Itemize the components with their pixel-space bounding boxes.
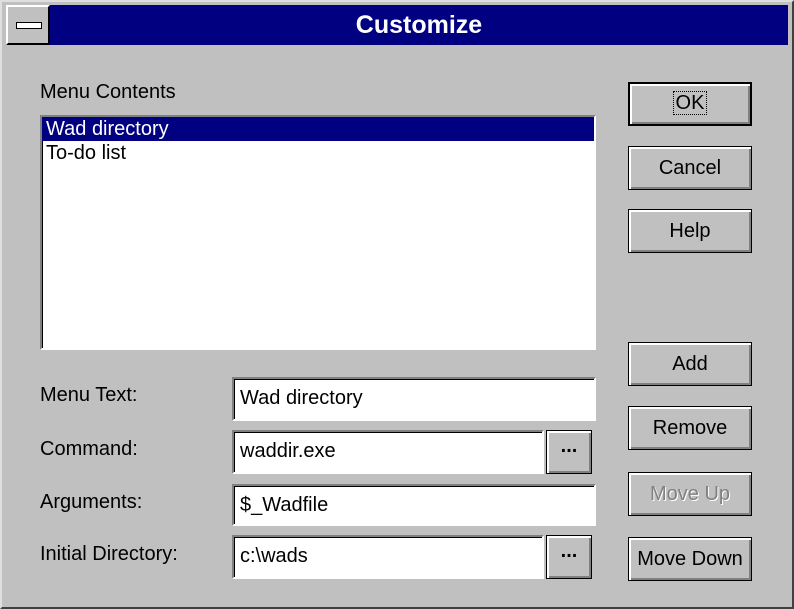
- initial-directory-label: Initial Directory:: [40, 543, 178, 565]
- command-label: Command:: [40, 438, 138, 460]
- ok-button[interactable]: OK: [628, 82, 752, 126]
- move-up-button[interactable]: Move Up: [628, 472, 752, 516]
- arguments-field[interactable]: $_Wadfile: [232, 484, 596, 526]
- menu-text-field[interactable]: Wad directory: [232, 377, 596, 421]
- system-menu-icon: [16, 22, 42, 29]
- arguments-label: Arguments:: [40, 491, 143, 513]
- menu-contents-listbox[interactable]: Wad directory To-do list: [40, 115, 596, 350]
- list-item-wad-directory[interactable]: Wad directory: [42, 117, 594, 141]
- customize-dialog: Customize Menu Contents Wad directory To…: [0, 0, 794, 609]
- initial-directory-field[interactable]: c:\wads: [232, 535, 544, 579]
- command-browse-button[interactable]: ...: [546, 430, 592, 474]
- command-field[interactable]: waddir.exe: [232, 430, 544, 474]
- initial-directory-browse-button[interactable]: ...: [546, 535, 592, 579]
- cancel-button[interactable]: Cancel: [628, 146, 752, 190]
- remove-button[interactable]: Remove: [628, 406, 752, 450]
- system-menu-button[interactable]: [6, 5, 50, 45]
- move-down-button[interactable]: Move Down: [628, 537, 752, 581]
- window-title: Customize: [355, 11, 483, 39]
- menu-text-label: Menu Text:: [40, 384, 138, 406]
- list-item-todo-list[interactable]: To-do list: [42, 141, 594, 165]
- help-button[interactable]: Help: [628, 209, 752, 253]
- add-button[interactable]: Add: [628, 342, 752, 386]
- menu-contents-label: Menu Contents: [40, 81, 176, 103]
- title-bar[interactable]: Customize: [6, 5, 788, 45]
- ok-button-label: OK: [672, 91, 708, 115]
